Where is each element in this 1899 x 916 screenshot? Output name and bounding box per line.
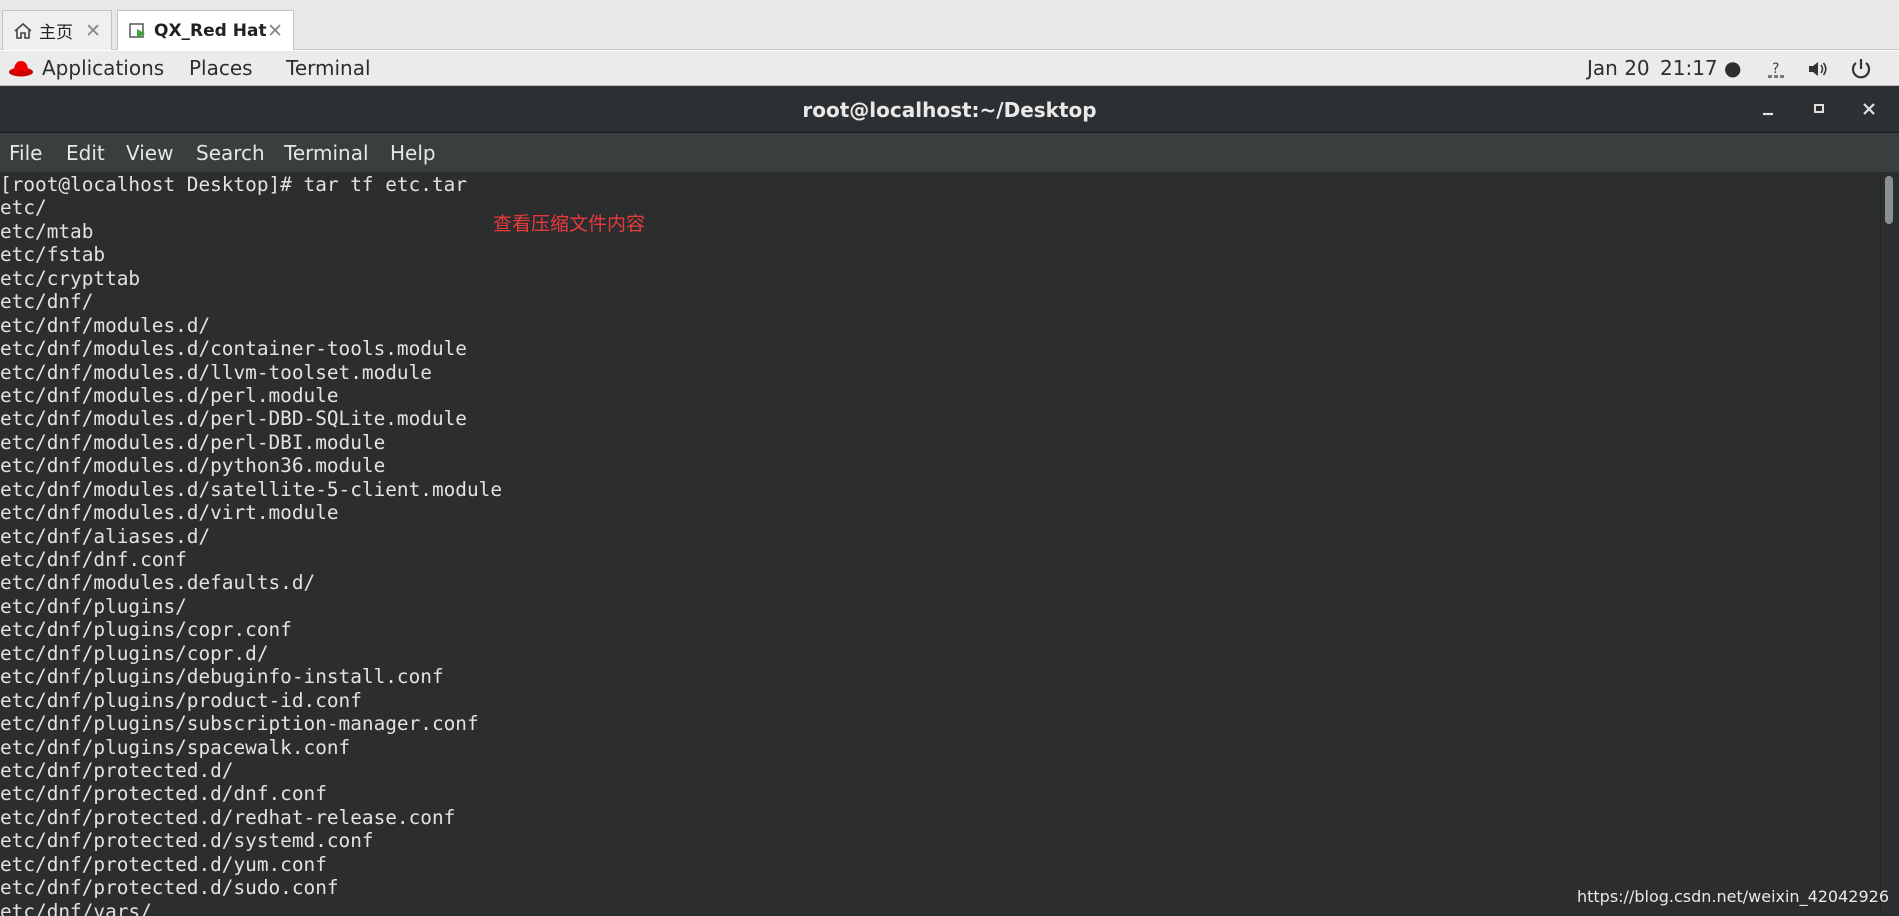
- terminal-output-line: etc/dnf/protected.d/yum.conf: [0, 852, 327, 876]
- minimize-icon[interactable]: [1754, 95, 1782, 123]
- terminal-output-line: etc/: [0, 196, 47, 220]
- applications-menu[interactable]: Applications: [42, 56, 164, 80]
- terminal-app-menu[interactable]: Terminal: [286, 56, 371, 80]
- terminal-output-line: etc/dnf/modules.d/container-tools.module: [0, 337, 467, 361]
- terminal-output-line: etc/dnf/plugins/copr.d/: [0, 641, 269, 665]
- terminal-output-line: etc/dnf/dnf.conf: [0, 548, 187, 571]
- close-icon[interactable]: ✕: [85, 20, 101, 42]
- vm-tab-home-label: 主页: [39, 23, 73, 43]
- menu-view[interactable]: View: [126, 141, 173, 165]
- terminal-output-line: etc/mtab: [0, 219, 94, 243]
- scrollbar-thumb[interactable]: [1885, 176, 1893, 224]
- terminal-output-line: etc/dnf/: [0, 290, 94, 314]
- watermark: https://blog.csdn.net/weixin_42042926: [1576, 887, 1889, 906]
- network-question-icon[interactable]: ?: [1766, 58, 1792, 85]
- terminal-output-line: etc/dnf/protected.d/systemd.conf: [0, 829, 374, 853]
- places-menu[interactable]: Places: [189, 56, 253, 80]
- menu-file[interactable]: File: [9, 141, 42, 165]
- menu-edit[interactable]: Edit: [66, 141, 105, 165]
- vm-tab-home[interactable]: 主页 ✕: [2, 10, 112, 50]
- terminal-output-line: etc/fstab: [0, 243, 106, 267]
- terminal-output-line: etc/dnf/protected.d/: [0, 758, 234, 782]
- redhat-logo-icon: [8, 58, 34, 78]
- terminal-output-line: etc/dnf/protected.d/dnf.conf: [0, 782, 327, 806]
- terminal-lines: [root@localhost Desktop]# tar tf etc.tar…: [0, 173, 1880, 916]
- terminal-output-line: etc/dnf/plugins/: [0, 594, 187, 618]
- close-icon[interactable]: ✕: [267, 20, 283, 42]
- svg-text:?: ?: [1772, 61, 1779, 77]
- red-annotation-text: 查看压缩文件内容: [493, 213, 646, 235]
- volume-icon[interactable]: [1806, 58, 1830, 85]
- terminal-output-line: etc/crypttab: [0, 266, 141, 290]
- vm-tab-redhat-label: QX_Red Hat: [154, 20, 267, 41]
- vm-tab-bar: 主页 ✕ QX_Red Hat ✕: [0, 0, 1899, 50]
- terminal-output-line: etc/dnf/modules.d/virt.module: [0, 501, 339, 525]
- terminal-output-line: etc/dnf/modules.d/perl-DBD-SQLite.module: [0, 407, 467, 431]
- gnome-top-bar: Applications Places Terminal Jan 20 21:1…: [0, 51, 1899, 86]
- terminal-output-line: etc/dnf/plugins/subscription-manager.con…: [0, 712, 479, 736]
- terminal-output-line: etc/dnf/modules.d/llvm-toolset.module: [0, 360, 432, 384]
- terminal-scrollbar[interactable]: [1880, 172, 1899, 916]
- terminal-output-line: etc/dnf/protected.d/redhat-release.conf: [0, 805, 456, 829]
- clock-time[interactable]: 21:17 ●: [1660, 56, 1741, 80]
- terminal-output-line: etc/dnf/plugins/copr.conf: [0, 618, 292, 642]
- window-title: root@localhost:~/Desktop: [802, 98, 1097, 122]
- terminal-prompt-line: [root@localhost Desktop]# tar tf etc.tar: [0, 173, 467, 196]
- window-title-bar[interactable]: root@localhost:~/Desktop: [0, 86, 1899, 133]
- terminal-output-line: etc/dnf/modules.d/perl-DBI.module: [0, 430, 386, 454]
- terminal-output-line: etc/dnf/plugins/debuginfo-install.conf: [0, 665, 444, 689]
- close-icon[interactable]: [1855, 95, 1883, 123]
- clock-date[interactable]: Jan 20: [1587, 56, 1650, 80]
- terminal-output-line: etc/dnf/modules.d/: [0, 313, 211, 337]
- menu-help[interactable]: Help: [390, 141, 436, 165]
- maximize-icon[interactable]: [1805, 95, 1833, 123]
- terminal-output-line: etc/dnf/modules.defaults.d/: [0, 571, 316, 595]
- terminal-output-line: etc/dnf/modules.d/python36.module: [0, 454, 386, 478]
- terminal-output-line: etc/dnf/modules.d/perl.module: [0, 383, 339, 407]
- terminal-output-line: etc/dnf/aliases.d/: [0, 524, 211, 548]
- menu-search[interactable]: Search: [196, 141, 265, 165]
- menu-terminal[interactable]: Terminal: [284, 141, 369, 165]
- power-icon[interactable]: [1849, 57, 1873, 86]
- vm-tab-redhat[interactable]: QX_Red Hat ✕: [117, 10, 294, 50]
- terminal-output[interactable]: [root@localhost Desktop]# tar tf etc.tar…: [0, 172, 1880, 916]
- terminal-output-line: etc/dnf/modules.d/satellite-5-client.mod…: [0, 477, 502, 501]
- home-icon: [13, 21, 33, 41]
- terminal-output-line: etc/dnf/plugins/product-id.conf: [0, 688, 362, 712]
- terminal-output-line: etc/dnf/plugins/spacewalk.conf: [0, 735, 351, 759]
- vm-console-icon: [128, 21, 148, 41]
- terminal-menu-bar: File Edit View Search Terminal Help: [0, 133, 1899, 172]
